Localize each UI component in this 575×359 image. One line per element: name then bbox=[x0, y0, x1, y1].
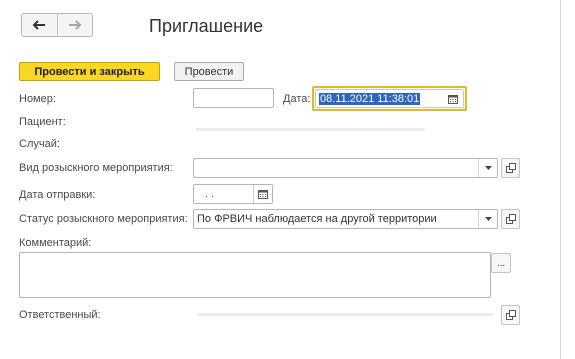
calendar-icon bbox=[448, 94, 458, 104]
search-type-open-button[interactable] bbox=[501, 158, 520, 178]
send-date-value: . . bbox=[205, 188, 215, 200]
date-input[interactable]: 08.11.2021 11:38:01 bbox=[315, 89, 464, 108]
responsible-open-button[interactable] bbox=[501, 305, 520, 325]
chevron-down-icon bbox=[484, 217, 492, 221]
search-type-dropdown-button[interactable] bbox=[478, 159, 497, 177]
date-calendar-button[interactable] bbox=[443, 90, 463, 107]
arrow-left-icon bbox=[32, 20, 46, 30]
search-type-label: Вид розыскного мероприятия: bbox=[19, 162, 173, 174]
search-type-select[interactable] bbox=[193, 158, 498, 178]
chevron-down-icon bbox=[484, 166, 492, 170]
patient-value bbox=[195, 128, 425, 131]
status-open-button[interactable] bbox=[501, 209, 520, 229]
comment-textarea[interactable] bbox=[19, 252, 491, 298]
send-date-input[interactable]: . . bbox=[193, 184, 273, 204]
open-form-icon bbox=[505, 214, 516, 224]
open-form-icon bbox=[505, 310, 516, 320]
open-form-icon bbox=[505, 163, 516, 173]
responsible-label: Ответственный: bbox=[19, 309, 101, 321]
patient-label: Пациент: bbox=[19, 116, 66, 128]
date-label: Дата: bbox=[283, 93, 311, 105]
post-button[interactable]: Провести bbox=[174, 62, 244, 81]
case-label: Случай: bbox=[19, 138, 60, 150]
back-button[interactable] bbox=[22, 14, 57, 36]
number-label: Номер: bbox=[19, 93, 56, 105]
post-and-close-button[interactable]: Провести и закрыть bbox=[19, 62, 160, 81]
send-date-calendar-button[interactable] bbox=[253, 185, 272, 203]
window-edge bbox=[560, 0, 561, 359]
send-date-label: Дата отправки: bbox=[19, 189, 96, 201]
date-value: 08.11.2021 11:38:01 bbox=[319, 93, 421, 105]
comment-label: Комментарий: bbox=[19, 237, 92, 249]
responsible-input[interactable] bbox=[197, 313, 493, 316]
page-title: Приглашение bbox=[149, 16, 264, 36]
status-dropdown-button[interactable] bbox=[478, 210, 497, 228]
number-input[interactable] bbox=[193, 88, 274, 108]
navigation-buttons bbox=[21, 13, 93, 37]
status-value: По ФРВИЧ наблюдается на другой территори… bbox=[197, 213, 437, 225]
calendar-icon bbox=[258, 190, 268, 199]
forward-button[interactable] bbox=[56, 14, 93, 36]
status-select[interactable]: По ФРВИЧ наблюдается на другой территори… bbox=[193, 209, 498, 229]
status-label: Статус розыскного мероприятия: bbox=[19, 213, 188, 225]
comment-more-button[interactable]: ... bbox=[491, 253, 511, 273]
arrow-right-icon bbox=[68, 20, 82, 30]
